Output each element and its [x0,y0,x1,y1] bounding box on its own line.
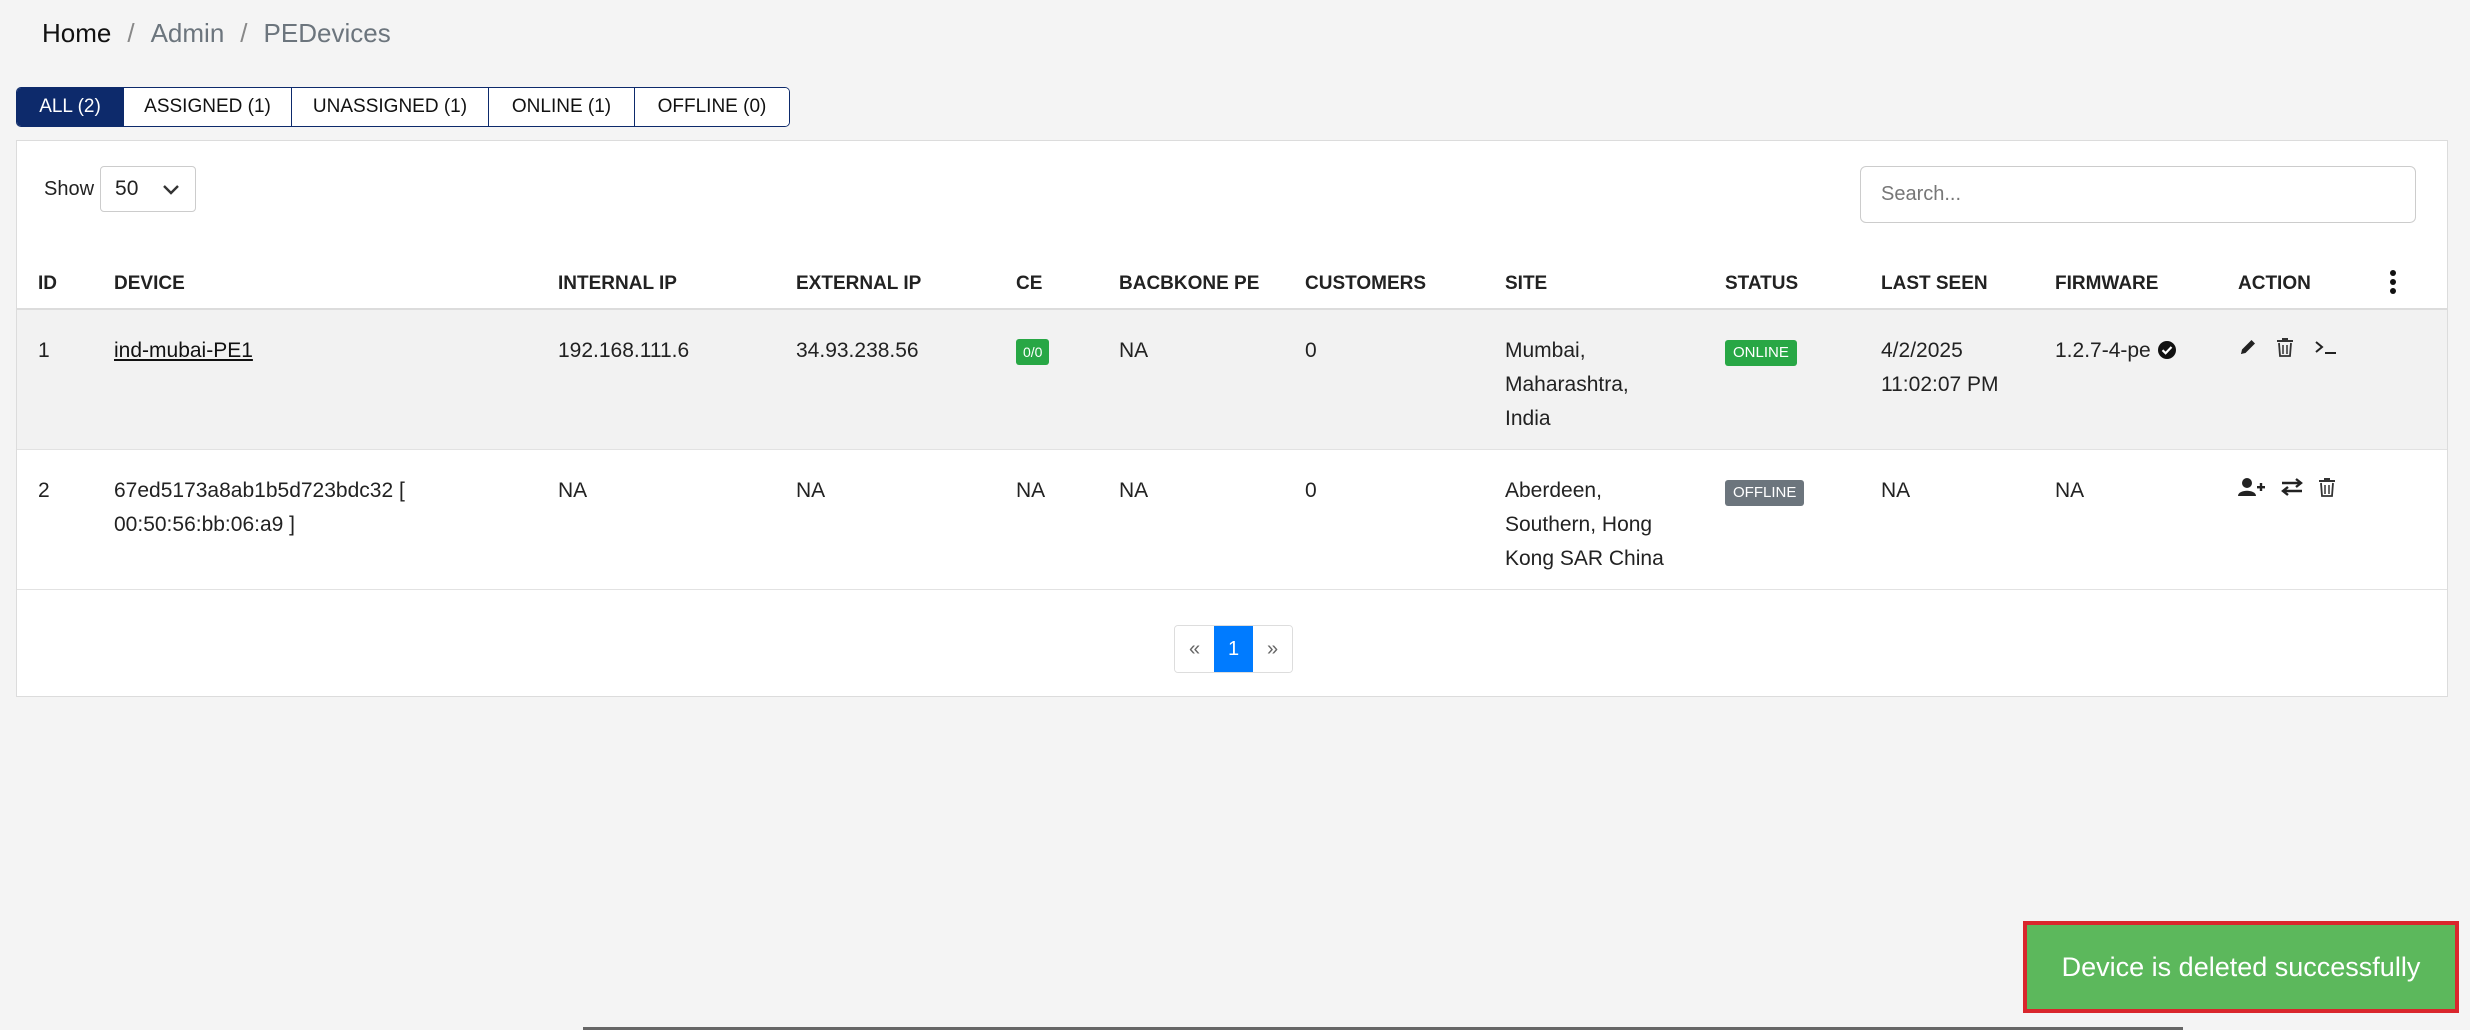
col-site[interactable]: SITE [1505,273,1547,295]
page-size-control: Show 50 [44,166,197,212]
col-last-seen[interactable]: LAST SEEN [1881,273,1988,295]
cell-internal-ip: 192.168.111.6 [558,339,690,362]
col-action: ACTION [2238,273,2311,294]
cell-site: Aberdeen, Southern, Hong Kong SAR China [1505,474,1664,576]
table-row: 2 67ed5173a8ab1b5d723bdc32 [ 00:50:56:bb… [17,450,2447,590]
filter-tabs: ALL (2) ASSIGNED (1) UNASSIGNED (1) ONLI… [16,87,790,127]
cell-ce: NA [1016,479,1046,502]
cell-site: Mumbai, Maharashtra, India [1505,334,1629,436]
pagination: « 1 » [1174,625,1293,673]
site-line: Aberdeen, [1505,479,1602,502]
cell-id: 2 [38,479,50,502]
search-input[interactable] [1860,166,2416,223]
cell-status: ONLINE [1725,334,1797,368]
cell-internal-ip: NA [558,479,588,502]
last-seen-time: 11:02:07 PM [1881,373,1999,396]
device-link[interactable]: ind-mubai-PE1 [114,334,253,368]
cell-external-ip: NA [796,479,826,502]
delete-trash-icon[interactable] [2276,334,2294,368]
breadcrumb-separator: / [240,18,248,48]
col-id[interactable]: ID [38,273,57,295]
cell-actions [2238,334,2338,368]
col-status[interactable]: STATUS [1725,273,1798,295]
col-ce[interactable]: CE [1016,273,1042,295]
col-firmware[interactable]: FIRMWARE [2055,273,2158,295]
cell-actions [2238,474,2336,508]
cell-backbone-pe: NA [1119,339,1149,362]
tab-offline[interactable]: OFFLINE (0) [635,88,789,126]
device-mac: 00:50:56:bb:06:a9 ] [114,513,295,536]
status-badge: OFFLINE [1725,480,1805,506]
cell-customers: 0 [1305,339,1317,362]
more-vertical-icon[interactable] [2389,269,2397,301]
col-internal-ip[interactable]: INTERNAL IP [558,273,677,295]
success-toast[interactable]: Device is deleted successfully [2023,921,2459,1013]
page-size-select[interactable]: 50 [100,166,197,212]
page-size-value: 50 [115,177,139,200]
site-line: Kong SAR China [1505,547,1664,570]
breadcrumb-current: PEDevices [263,18,391,48]
site-line: Maharashtra, [1505,373,1629,396]
col-device[interactable]: DEVICE [114,273,185,295]
breadcrumb: Home / Admin / PEDevices [42,18,391,49]
delete-trash-icon[interactable] [2318,474,2336,508]
cell-ce: 0/0 [1016,334,1050,368]
chevron-down-icon [161,179,181,205]
cell-device: 67ed5173a8ab1b5d723bdc32 [ 00:50:56:bb:0… [114,474,405,542]
cell-firmware: NA [2055,479,2085,502]
pagination-next[interactable]: » [1253,626,1292,672]
breadcrumb-separator: / [127,18,135,48]
tab-assigned[interactable]: ASSIGNED (1) [124,88,292,126]
device-id: 67ed5173a8ab1b5d723bdc32 [ [114,479,405,502]
col-external-ip[interactable]: EXTERNAL IP [796,273,921,295]
cell-last-seen: NA [1881,479,1911,502]
cell-external-ip: 34.93.238.56 [796,339,919,362]
cell-backbone-pe: NA [1119,479,1149,502]
show-label: Show [44,177,95,200]
breadcrumb-home[interactable]: Home [42,18,111,49]
col-customers[interactable]: CUSTOMERS [1305,273,1426,295]
devices-card: Show 50 ID DEVICE INTERNAL IP EXTERNAL I… [16,140,2448,697]
breadcrumb-admin[interactable]: Admin [151,18,225,49]
col-backbone-pe[interactable]: BACBKONE PE [1119,273,1259,295]
check-circle-icon [2157,337,2177,371]
site-line: Southern, Hong [1505,513,1653,536]
terminal-icon[interactable] [2314,334,2338,368]
last-seen-date: 4/2/2025 [1881,339,1963,362]
pagination-prev[interactable]: « [1175,626,1214,672]
cell-customers: 0 [1305,479,1317,502]
firmware-version: 1.2.7-4-pe [2055,339,2151,362]
cell-last-seen: 4/2/2025 11:02:07 PM [1881,334,1999,402]
tab-online[interactable]: ONLINE (1) [489,88,635,126]
edit-pencil-icon[interactable] [2238,334,2258,368]
status-badge: ONLINE [1725,340,1797,366]
cell-status: OFFLINE [1725,474,1805,508]
assign-user-icon[interactable] [2238,474,2266,508]
tab-unassigned[interactable]: UNASSIGNED (1) [292,88,489,126]
cell-id: 1 [38,339,50,362]
transfer-arrows-icon[interactable] [2280,474,2304,508]
ce-badge: 0/0 [1016,339,1050,365]
site-line: Mumbai, [1505,339,1586,362]
site-line: India [1505,407,1551,430]
table-row: 1 ind-mubai-PE1 192.168.111.6 34.93.238.… [17,310,2447,450]
toast-message: Device is deleted successfully [2061,951,2421,982]
cell-firmware: 1.2.7-4-pe [2055,334,2177,371]
pagination-page[interactable]: 1 [1214,626,1253,672]
table-header: ID DEVICE INTERNAL IP EXTERNAL IP CE BAC… [17,253,2447,310]
tab-all[interactable]: ALL (2) [17,88,124,126]
